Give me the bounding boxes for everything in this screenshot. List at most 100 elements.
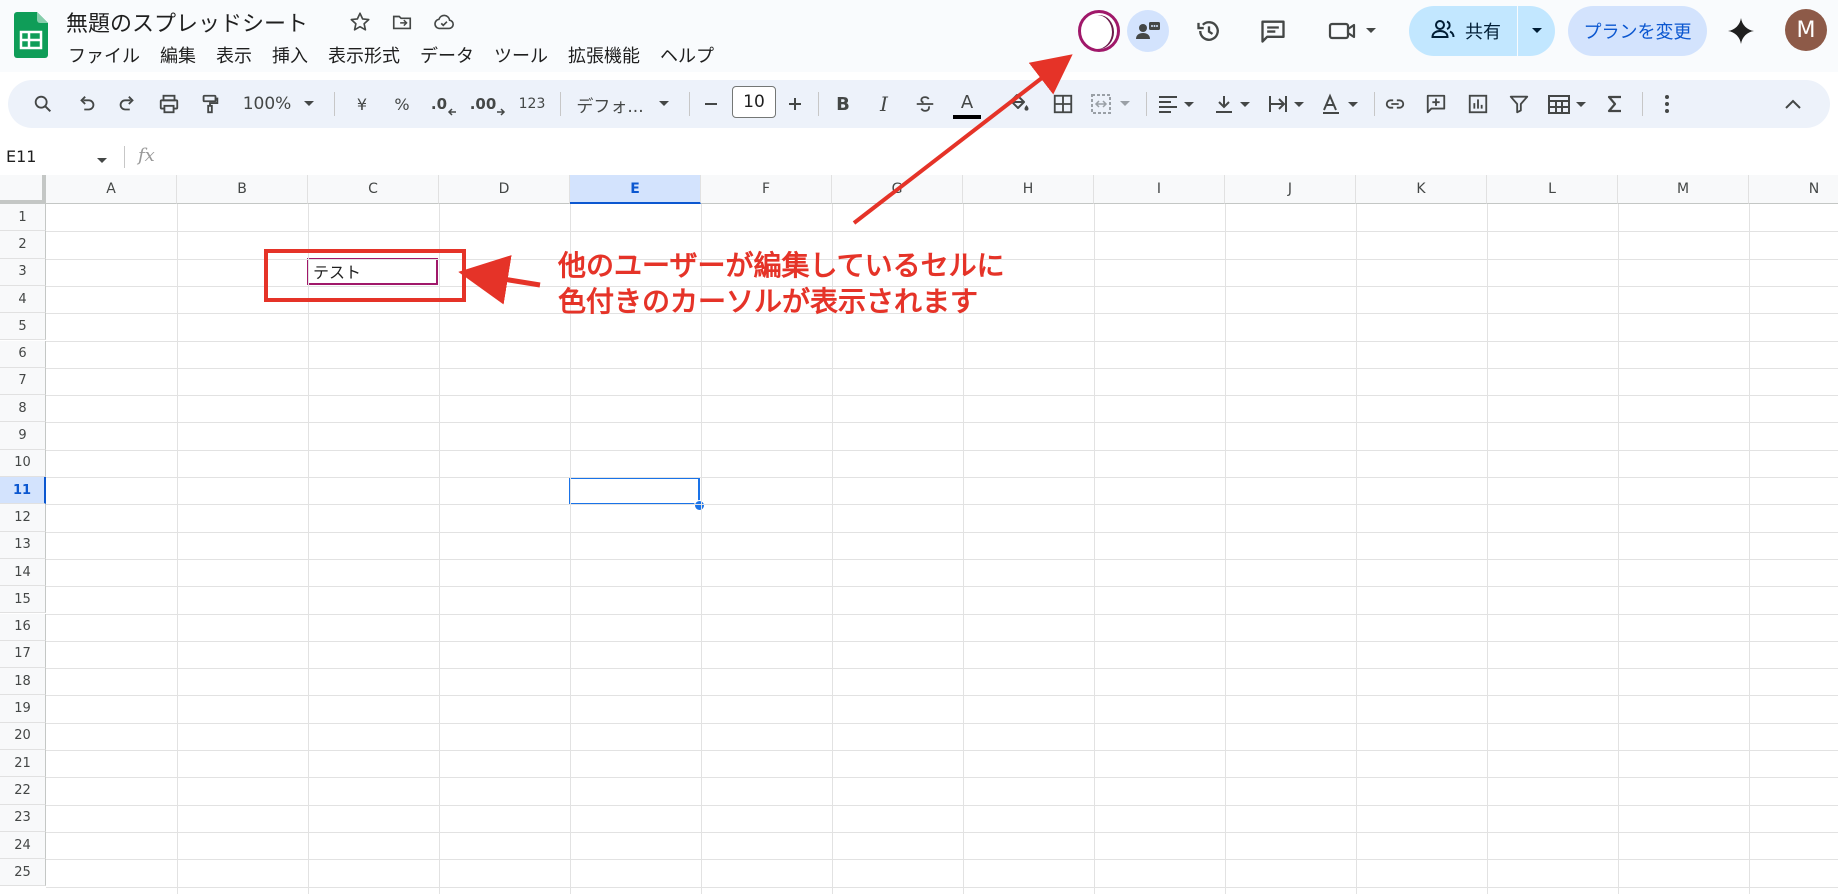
column-header-G[interactable]: G xyxy=(832,175,963,204)
row-header-7[interactable]: 7 xyxy=(0,367,46,396)
font-size-input[interactable]: 10 xyxy=(732,86,776,118)
move-folder-icon[interactable] xyxy=(388,8,416,36)
undo-icon[interactable] xyxy=(70,80,104,128)
row-header-25[interactable]: 25 xyxy=(0,859,46,887)
name-box[interactable]: E11 xyxy=(6,147,36,166)
insert-link-icon[interactable] xyxy=(1378,80,1412,128)
row-header-24[interactable]: 24 xyxy=(0,831,46,860)
collaborator-chat-icon[interactable] xyxy=(1127,10,1169,52)
row-header-15[interactable]: 15 xyxy=(0,586,46,614)
horizontal-align-icon[interactable] xyxy=(1154,80,1202,128)
row-header-14[interactable]: 14 xyxy=(0,558,46,587)
row-header-23[interactable]: 23 xyxy=(0,804,46,832)
print-icon[interactable] xyxy=(152,80,186,128)
row-header-11[interactable]: 11 xyxy=(0,477,46,505)
row-header-17[interactable]: 17 xyxy=(0,640,46,669)
comments-icon[interactable] xyxy=(1254,12,1292,50)
menu-edit[interactable]: 編集 xyxy=(150,40,206,70)
row-header-13[interactable]: 13 xyxy=(0,531,46,559)
menu-tools[interactable]: ツール xyxy=(484,40,558,70)
meet-video-icon[interactable] xyxy=(1326,12,1382,50)
borders-icon[interactable] xyxy=(1046,80,1080,128)
menu-view[interactable]: 表示 xyxy=(206,40,262,70)
change-plan-button[interactable]: プランを変更 xyxy=(1568,6,1707,56)
column-header-D[interactable]: D xyxy=(439,175,570,204)
column-header-F[interactable]: F xyxy=(701,175,832,204)
row-header-5[interactable]: 5 xyxy=(0,313,46,341)
increase-font-size-icon[interactable] xyxy=(782,80,808,128)
row-header-22[interactable]: 22 xyxy=(0,777,46,805)
more-options-icon[interactable] xyxy=(1650,80,1684,128)
active-cell-E11[interactable] xyxy=(569,477,700,505)
column-header-B[interactable]: B xyxy=(177,175,308,204)
italic-button[interactable]: I xyxy=(867,80,901,128)
insert-chart-icon[interactable] xyxy=(1461,80,1495,128)
paint-format-icon[interactable] xyxy=(193,80,227,128)
decrease-decimal-button[interactable]: .0 xyxy=(426,80,462,128)
row-header-21[interactable]: 21 xyxy=(0,750,46,778)
name-box-dropdown-icon[interactable] xyxy=(96,150,108,169)
share-button[interactable]: 共有 xyxy=(1409,6,1555,56)
row-header-20[interactable]: 20 xyxy=(0,722,46,750)
menu-format[interactable]: 表示形式 xyxy=(318,40,410,70)
row-header-8[interactable]: 8 xyxy=(0,395,46,423)
merge-cells-icon[interactable] xyxy=(1088,80,1136,128)
cloud-saved-icon[interactable] xyxy=(430,8,458,36)
vertical-align-icon[interactable] xyxy=(1210,80,1258,128)
text-wrapping-icon[interactable] xyxy=(1264,80,1312,128)
text-rotation-icon[interactable] xyxy=(1318,80,1366,128)
column-header-N[interactable]: N xyxy=(1749,175,1838,204)
row-header-10[interactable]: 10 xyxy=(0,449,46,477)
select-all-corner[interactable] xyxy=(0,175,46,204)
currency-format-button[interactable]: ¥ xyxy=(345,80,379,128)
column-header-L[interactable]: L xyxy=(1487,175,1618,204)
row-header-3[interactable]: 3 xyxy=(0,258,46,286)
column-header-A[interactable]: A xyxy=(46,175,177,204)
gemini-sparkle-icon[interactable] xyxy=(1722,12,1760,50)
account-avatar[interactable]: M xyxy=(1785,9,1827,51)
filter-views-icon[interactable] xyxy=(1544,80,1594,128)
row-header-4[interactable]: 4 xyxy=(0,285,46,314)
menu-insert[interactable]: 挿入 xyxy=(262,40,318,70)
row-header-19[interactable]: 19 xyxy=(0,695,46,723)
more-formats-button[interactable]: 123 xyxy=(512,80,552,128)
fill-color-icon[interactable] xyxy=(1002,80,1036,128)
fill-handle[interactable] xyxy=(694,500,705,511)
document-title[interactable]: 無題のスプレッドシート xyxy=(66,6,308,38)
row-header-12[interactable]: 12 xyxy=(0,504,46,532)
bold-button[interactable]: B xyxy=(826,80,860,128)
collapse-menus-icon[interactable] xyxy=(1776,80,1810,128)
version-history-icon[interactable] xyxy=(1190,12,1228,50)
row-header-2[interactable]: 2 xyxy=(0,231,46,259)
column-header-C[interactable]: C xyxy=(308,175,439,204)
text-color-button[interactable]: A xyxy=(949,80,985,128)
search-menus-icon[interactable] xyxy=(26,80,60,128)
percent-format-button[interactable]: % xyxy=(385,80,419,128)
column-header-K[interactable]: K xyxy=(1356,175,1487,204)
insert-comment-icon[interactable] xyxy=(1419,80,1453,128)
menu-help[interactable]: ヘルプ xyxy=(650,40,724,70)
sheets-logo-icon[interactable] xyxy=(14,12,48,58)
column-header-J[interactable]: J xyxy=(1225,175,1356,204)
font-family-select[interactable]: デフォ... xyxy=(570,80,676,128)
menu-extensions[interactable]: 拡張機能 xyxy=(558,40,650,70)
star-icon[interactable] xyxy=(346,8,374,36)
row-header-18[interactable]: 18 xyxy=(0,668,46,696)
row-header-1[interactable]: 1 xyxy=(0,204,46,232)
column-header-H[interactable]: H xyxy=(963,175,1094,204)
row-header-16[interactable]: 16 xyxy=(0,613,46,641)
column-header-M[interactable]: M xyxy=(1618,175,1749,204)
strikethrough-icon[interactable] xyxy=(908,80,942,128)
filter-icon[interactable] xyxy=(1502,80,1536,128)
row-header-9[interactable]: 9 xyxy=(0,422,46,450)
menu-data[interactable]: データ xyxy=(410,40,484,70)
row-header-6[interactable]: 6 xyxy=(0,340,46,368)
column-header-I[interactable]: I xyxy=(1094,175,1225,204)
decrease-font-size-icon[interactable] xyxy=(698,80,724,128)
column-header-E[interactable]: E xyxy=(570,175,701,204)
menu-file[interactable]: ファイル xyxy=(58,40,150,70)
collaborator-avatar[interactable] xyxy=(1078,10,1120,52)
redo-icon[interactable] xyxy=(110,80,144,128)
increase-decimal-button[interactable]: .00 xyxy=(468,80,508,128)
zoom-select[interactable]: 100% xyxy=(236,80,322,128)
